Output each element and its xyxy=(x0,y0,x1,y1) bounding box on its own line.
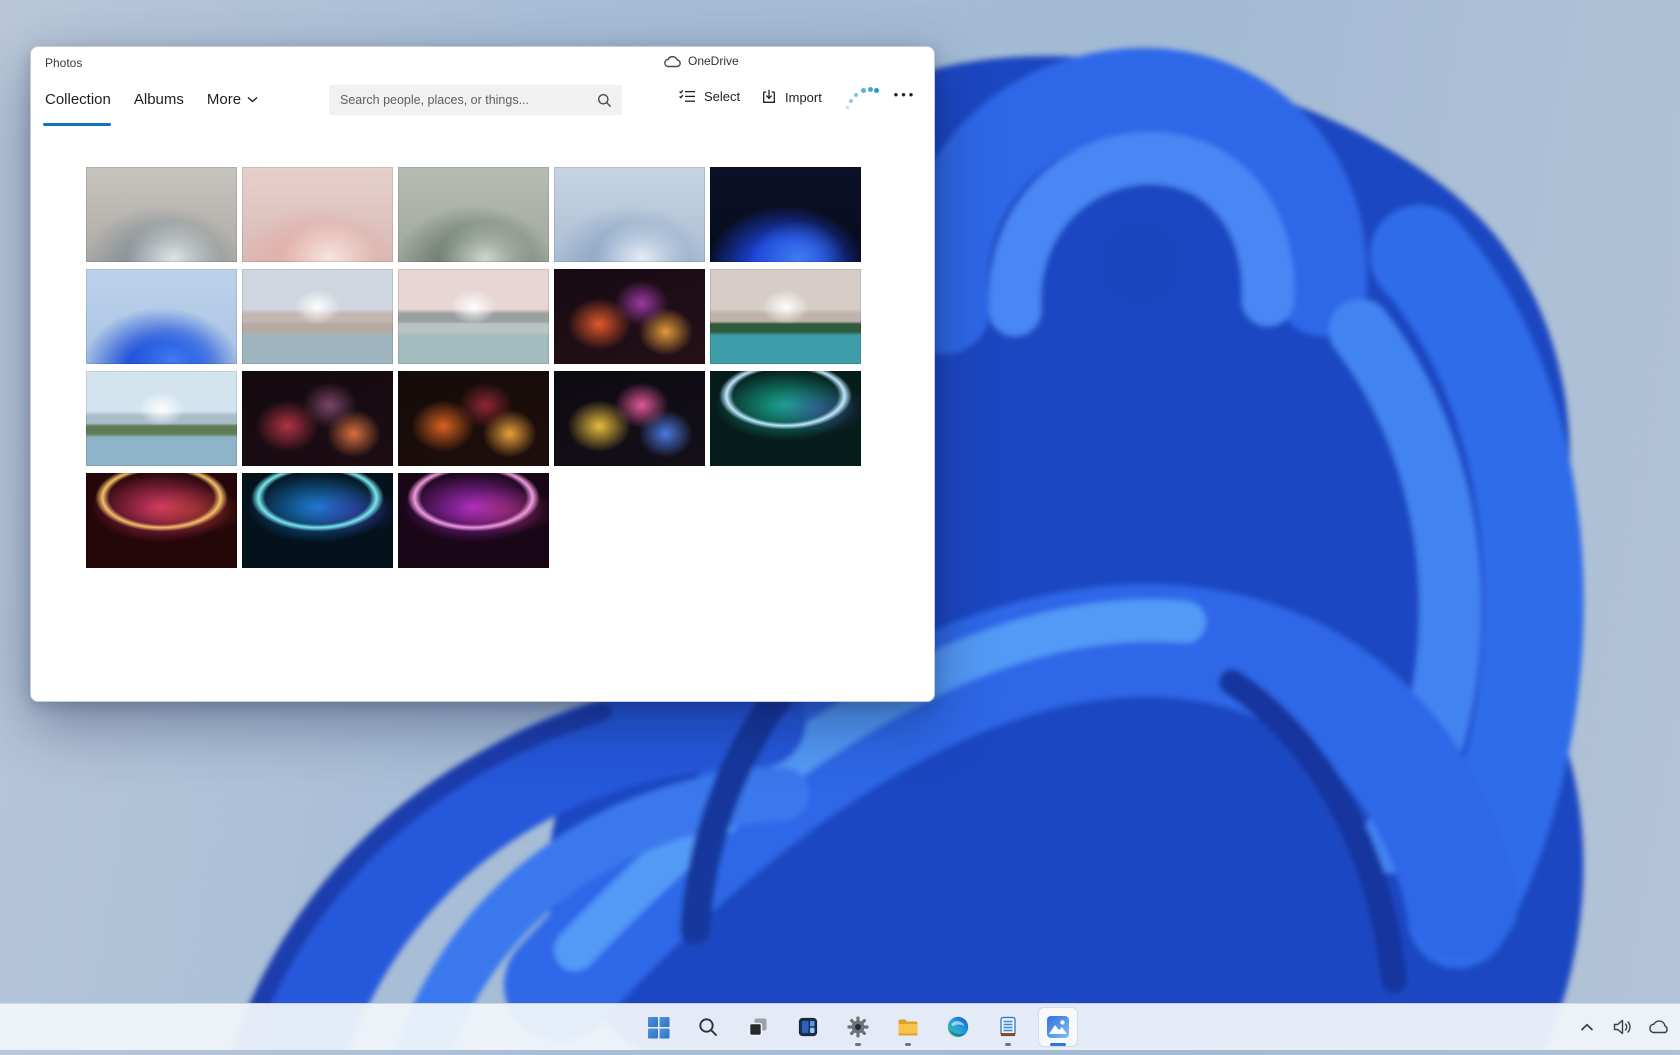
tab-bar: Collection Albums More xyxy=(45,91,258,108)
photo-grid xyxy=(86,167,864,568)
active-app-indicator xyxy=(1050,1043,1066,1046)
import-label: Import xyxy=(785,90,822,105)
photo-thumbnail-aurora-crescent[interactable] xyxy=(710,371,861,466)
photo-thumbnail-azure-crescent[interactable] xyxy=(242,473,393,568)
photo-thumbnail-morning-lake[interactable] xyxy=(86,371,237,466)
gear-icon xyxy=(846,1015,870,1039)
widgets-icon xyxy=(796,1015,820,1039)
onedrive-cloud-icon[interactable] xyxy=(1648,1016,1670,1038)
photo-thumbnail-violet-crescent[interactable] xyxy=(398,473,549,568)
tab-collection[interactable]: Collection xyxy=(45,91,111,108)
file-explorer-button[interactable] xyxy=(888,1007,928,1047)
photo-thumbnail-pale-dunes-lake[interactable] xyxy=(242,269,393,364)
photo-thumbnail-mountain-lake-forest[interactable] xyxy=(710,269,861,364)
windows-start-icon xyxy=(647,1016,670,1039)
search-icon[interactable] xyxy=(597,93,612,108)
running-indicator xyxy=(855,1043,861,1046)
see-more-button[interactable]: ••• xyxy=(887,87,923,102)
photo-thumbnail-sage-bloom[interactable] xyxy=(398,167,549,262)
settings-button[interactable] xyxy=(838,1007,878,1047)
photo-thumbnail-amber-ribbons[interactable] xyxy=(398,371,549,466)
search-box[interactable] xyxy=(329,85,622,115)
onedrive-label: OneDrive xyxy=(688,54,739,68)
edge-icon xyxy=(946,1015,970,1039)
task-view-icon xyxy=(746,1015,770,1039)
photos-app-icon xyxy=(1045,1014,1071,1040)
search-icon xyxy=(697,1016,719,1038)
photo-thumbnail-powder-blue-bloom[interactable] xyxy=(554,167,705,262)
folder-icon xyxy=(896,1015,920,1039)
multi-select-icon xyxy=(679,89,696,104)
photo-thumbnail-silver-bloom[interactable] xyxy=(86,167,237,262)
select-button[interactable]: Select xyxy=(679,89,740,104)
taskbar-center-group xyxy=(602,1004,1078,1050)
active-tab-underline xyxy=(43,123,111,126)
onedrive-banner[interactable]: OneDrive xyxy=(663,54,739,68)
taskbar-search-button[interactable] xyxy=(688,1007,728,1047)
hidden-icons-chevron-icon[interactable] xyxy=(1576,1016,1598,1038)
search-input[interactable] xyxy=(329,93,597,107)
select-label: Select xyxy=(704,89,740,104)
tab-albums[interactable]: Albums xyxy=(134,91,184,108)
import-icon xyxy=(761,89,777,105)
onedrive-cloud-icon xyxy=(663,55,681,68)
notepad-icon xyxy=(996,1015,1020,1039)
photo-thumbnail-molten-glass-abstract[interactable] xyxy=(554,269,705,364)
running-indicator xyxy=(905,1043,911,1046)
running-indicator xyxy=(1005,1043,1011,1046)
start-button[interactable] xyxy=(638,1007,678,1047)
volume-icon[interactable] xyxy=(1612,1016,1634,1038)
loading-spinner xyxy=(845,83,883,113)
photo-thumbnail-cobalt-bloom-dark[interactable] xyxy=(710,167,861,262)
photo-thumbnail-neon-petals[interactable] xyxy=(554,371,705,466)
widgets-button[interactable] xyxy=(788,1007,828,1047)
window-title: Photos xyxy=(45,56,82,70)
edge-button[interactable] xyxy=(938,1007,978,1047)
chevron-down-icon xyxy=(247,96,258,103)
system-tray xyxy=(1576,1004,1670,1050)
photo-thumbnail-sunrise-river[interactable] xyxy=(398,269,549,364)
tab-more[interactable]: More xyxy=(207,91,258,108)
import-button[interactable]: Import xyxy=(761,89,822,105)
photos-app-button[interactable] xyxy=(1038,1007,1078,1047)
task-view-button[interactable] xyxy=(738,1007,778,1047)
photo-thumbnail-ember-crescent[interactable] xyxy=(86,473,237,568)
notepad-button[interactable] xyxy=(988,1007,1028,1047)
photo-thumbnail-rose-bloom[interactable] xyxy=(242,167,393,262)
photos-app-window: Photos OneDrive Collection Albums More xyxy=(30,46,935,702)
photo-thumbnail-crimson-swirl[interactable] xyxy=(242,371,393,466)
photo-thumbnail-blue-bloom[interactable] xyxy=(86,269,237,364)
taskbar xyxy=(0,1003,1680,1050)
